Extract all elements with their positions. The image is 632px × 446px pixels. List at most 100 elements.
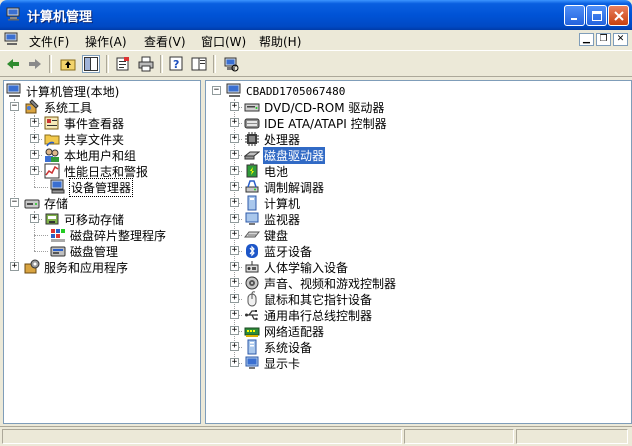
maximize-button[interactable] bbox=[586, 5, 607, 26]
svg-text:?: ? bbox=[173, 58, 179, 71]
device-category-bluetooth[interactable]: 蓝牙设备 bbox=[244, 243, 313, 259]
maximize-icon bbox=[591, 10, 602, 21]
modem-icon bbox=[245, 180, 259, 193]
device-category-label: 磁盘驱动器 bbox=[263, 146, 326, 164]
device-category-hid[interactable]: 人体学输入设备 bbox=[244, 259, 349, 275]
expand-toggle[interactable]: + bbox=[230, 166, 239, 175]
tree-node-label: 设备管理器 bbox=[69, 177, 134, 197]
expand-toggle[interactable]: + bbox=[10, 262, 19, 271]
expand-toggle[interactable]: + bbox=[230, 278, 239, 287]
device-category-usb[interactable]: 通用串行总线控制器 bbox=[244, 307, 373, 323]
expand-toggle[interactable]: + bbox=[30, 134, 39, 143]
back-arrow-icon bbox=[7, 59, 19, 69]
expand-toggle[interactable]: + bbox=[230, 310, 239, 319]
expand-toggle[interactable]: + bbox=[230, 102, 239, 111]
back-button[interactable] bbox=[4, 55, 22, 73]
mdi-restore-button[interactable]: ❐ bbox=[596, 33, 611, 46]
device-category-system-devices[interactable]: 系统设备 bbox=[244, 339, 313, 355]
status-cell bbox=[516, 429, 628, 444]
tree-node-disk-management[interactable]: 磁盘管理 bbox=[50, 243, 119, 259]
tree-node-disk-defragmenter[interactable]: 磁盘碎片整理程序 bbox=[50, 227, 167, 243]
tree-node-removable-storage[interactable]: 可移动存储 bbox=[44, 211, 125, 227]
expand-toggle[interactable]: + bbox=[230, 246, 239, 255]
properties-button[interactable] bbox=[114, 55, 132, 73]
device-category-disk-drive[interactable]: 磁盘驱动器 bbox=[244, 146, 326, 164]
device-category-label: 系统设备 bbox=[264, 340, 313, 355]
collapse-toggle[interactable]: − bbox=[10, 198, 19, 207]
collapse-toggle[interactable]: − bbox=[10, 102, 19, 111]
expand-toggle[interactable]: + bbox=[230, 230, 239, 239]
show-hide-action-pane-button[interactable] bbox=[190, 55, 208, 73]
device-category-label: 人体学输入设备 bbox=[264, 260, 349, 275]
printer-icon bbox=[138, 56, 154, 72]
tree-node-label: 可移动存储 bbox=[64, 212, 125, 227]
expand-toggle[interactable]: + bbox=[30, 166, 39, 175]
menu-view[interactable]: 查看(V) bbox=[144, 33, 186, 50]
device-category-display-adapter[interactable]: 显示卡 bbox=[244, 355, 301, 371]
expand-toggle[interactable]: + bbox=[230, 342, 239, 351]
menu-help[interactable]: 帮助(H) bbox=[259, 33, 301, 50]
expand-toggle[interactable]: + bbox=[230, 150, 239, 159]
device-category-battery[interactable]: 电池 bbox=[244, 163, 289, 179]
tree-node-shared-folders[interactable]: 共享文件夹 bbox=[44, 131, 125, 147]
menu-file[interactable]: 文件(F) bbox=[29, 33, 69, 50]
help-button[interactable]: ? bbox=[168, 55, 186, 73]
minimize-button[interactable] bbox=[564, 5, 585, 26]
collapse-toggle[interactable]: − bbox=[212, 86, 221, 95]
tree-node-label: 磁盘碎片整理程序 bbox=[70, 228, 167, 243]
expand-toggle[interactable]: + bbox=[230, 326, 239, 335]
device-category-modem[interactable]: 调制解调器 bbox=[244, 179, 325, 195]
device-category-keyboard[interactable]: 键盘 bbox=[244, 227, 289, 243]
device-category-computer[interactable]: 计算机 bbox=[244, 195, 301, 211]
expand-toggle[interactable]: + bbox=[30, 118, 39, 127]
tree-node-event-viewer[interactable]: 事件查看器 bbox=[44, 115, 125, 131]
close-button[interactable] bbox=[608, 5, 629, 26]
device-tree-root[interactable]: CBADD1705067480 bbox=[226, 83, 346, 99]
forward-button[interactable] bbox=[26, 55, 44, 73]
system-menu-icon[interactable] bbox=[4, 32, 20, 47]
mdi-close-button[interactable]: ✕ bbox=[613, 33, 628, 46]
tree-node-computer-management[interactable]: 计算机管理(本地) bbox=[6, 83, 120, 99]
device-category-label: IDE ATA/ATAPI 控制器 bbox=[264, 116, 387, 131]
expand-toggle[interactable]: + bbox=[230, 118, 239, 127]
system-devices-icon bbox=[247, 339, 257, 355]
device-category-label: 网络适配器 bbox=[264, 324, 325, 339]
tree-node-device-manager[interactable]: 设备管理器 bbox=[50, 177, 134, 197]
expand-toggle[interactable]: + bbox=[230, 262, 239, 271]
mdi-minimize-button[interactable]: ▁ bbox=[579, 33, 594, 46]
menu-action[interactable]: 操作(A) bbox=[85, 33, 127, 50]
expand-toggle[interactable]: + bbox=[230, 358, 239, 367]
device-category-mouse[interactable]: 鼠标和其它指针设备 bbox=[244, 291, 373, 307]
tree-node-services-applications[interactable]: 服务和应用程序 bbox=[24, 259, 129, 275]
device-category-sound[interactable]: 声音、视频和游戏控制器 bbox=[244, 275, 397, 291]
device-category-ide-controller[interactable]: IDE ATA/ATAPI 控制器 bbox=[244, 115, 388, 131]
expand-toggle[interactable]: + bbox=[230, 214, 239, 223]
tree-node-system-tools[interactable]: 系统工具 bbox=[24, 99, 93, 115]
console-tree-pane[interactable]: − + + + + − + + 计算机管理(本地) 系统工具 事件查看器 共享文… bbox=[3, 80, 201, 424]
tree-node-local-users-groups[interactable]: 本地用户和组 bbox=[44, 147, 137, 163]
minimize-icon: ▁ bbox=[583, 34, 590, 44]
expand-toggle[interactable]: + bbox=[230, 198, 239, 207]
disk-management-icon bbox=[50, 246, 66, 257]
expand-toggle[interactable]: + bbox=[230, 294, 239, 303]
battery-icon bbox=[246, 163, 258, 178]
scan-hardware-button[interactable] bbox=[222, 55, 240, 73]
expand-toggle[interactable]: + bbox=[230, 182, 239, 191]
tree-node-label: 事件查看器 bbox=[64, 116, 125, 131]
up-level-button[interactable] bbox=[59, 55, 77, 73]
print-button[interactable] bbox=[137, 55, 155, 73]
device-category-label: DVD/CD-ROM 驱动器 bbox=[264, 100, 385, 115]
show-hide-tree-button[interactable] bbox=[82, 55, 100, 73]
expand-toggle[interactable]: + bbox=[30, 150, 39, 159]
device-category-dvd-drive[interactable]: DVD/CD-ROM 驱动器 bbox=[244, 99, 385, 115]
expand-toggle[interactable]: + bbox=[230, 134, 239, 143]
expand-toggle[interactable]: + bbox=[30, 214, 39, 223]
device-category-network-adapter[interactable]: 网络适配器 bbox=[244, 323, 325, 339]
computer-icon bbox=[247, 195, 257, 211]
storage-icon bbox=[24, 199, 40, 209]
device-category-processor[interactable]: 处理器 bbox=[244, 131, 301, 147]
device-category-monitor[interactable]: 监视器 bbox=[244, 211, 301, 227]
tree-node-storage[interactable]: 存储 bbox=[24, 195, 69, 211]
device-list-pane[interactable]: − CBADD1705067480 + DVD/CD-ROM 驱动器 + IDE AT… bbox=[205, 80, 632, 424]
menu-window[interactable]: 窗口(W) bbox=[201, 33, 246, 50]
